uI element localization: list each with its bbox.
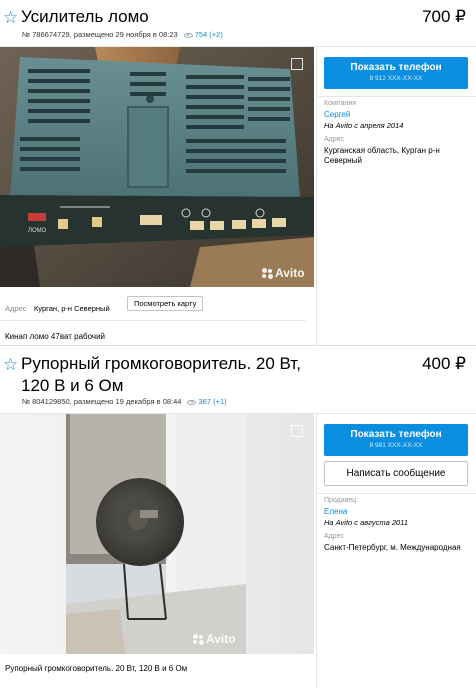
views-count: 754 (+2) [194, 30, 223, 39]
show-phone-label: Показать телефон [350, 62, 442, 73]
listing-price: 700 ₽ [422, 7, 466, 26]
listing-photo[interactable]: ЛОМО Avito [0, 47, 314, 287]
views-count: 367 (+1) [198, 397, 227, 406]
eye-icon [183, 32, 193, 38]
avito-watermark: Avito [262, 266, 305, 280]
inline-address-value: Курган, р-н Северный [33, 304, 110, 313]
seller-since: На Avito с августа 2011 [324, 518, 408, 527]
listing-number-date: № 804129850, размещено 19 декабря в 08:4… [22, 397, 182, 406]
avito-logo-icon [193, 634, 204, 646]
watermark-text: Avito [206, 632, 236, 646]
address-value: Санкт-Петербург, м. Международная [324, 543, 461, 552]
listing-description: Кинап ломо 47ват рабочий [5, 332, 106, 341]
horn-speaker-photo [0, 414, 314, 654]
favorite-star-icon[interactable]: ☆ [3, 9, 18, 26]
seller-label: Компания [324, 100, 357, 107]
listing-number-date: № 786674729, размещено 29 ноября в 08:23 [22, 30, 178, 39]
listing-title-line1: Рупорный громкоговоритель. 20 Вт, [21, 354, 301, 373]
expand-icon[interactable] [291, 58, 303, 70]
seller-name[interactable]: Елена [324, 507, 347, 517]
listing-price: 400 ₽ [422, 354, 466, 373]
show-phone-button[interactable]: Показать телефон 8 981 XXX-XX-XX [324, 424, 468, 456]
avito-logo-icon [262, 268, 273, 280]
listing-title[interactable]: Рупорный громкоговоритель. 20 Вт, 120 В … [21, 353, 341, 397]
listing-description: Рупорный громкоговоритель. 20 Вт, 120 В … [5, 664, 188, 673]
listing-meta: № 786674729, размещено 29 ноября в 08:23… [22, 30, 223, 39]
show-phone-label: Показать телефон [350, 429, 442, 440]
avito-watermark: Avito [193, 632, 236, 646]
phone-number-masked: 8 912 XXX-XX-XX [369, 75, 423, 82]
view-map-button[interactable]: Посмотреть карту [127, 296, 204, 311]
seller-label: Продавец [324, 497, 357, 504]
listing-title[interactable]: Усилитель ломо [21, 6, 149, 28]
watermark-text: Avito [275, 266, 305, 280]
seller-name[interactable]: Сергей [324, 110, 350, 120]
write-message-button[interactable]: Написать сообщение [324, 461, 468, 486]
listing-meta: № 804129850, размещено 19 декабря в 08:4… [22, 397, 227, 406]
seller-since: На Avito с апреля 2014 [324, 121, 404, 130]
device-brand-label: ЛОМО [28, 228, 47, 234]
eye-icon [187, 399, 197, 405]
address-label: Адрес [324, 533, 345, 540]
amplifier-photo: ЛОМО [0, 47, 314, 287]
inline-address: Адрес Курган, р-н Северный [5, 298, 110, 316]
address-value: Курганская область, Курган р-н Северный [324, 146, 440, 165]
favorite-star-icon[interactable]: ☆ [3, 356, 18, 373]
listing-title-line2: 120 В и 6 Ом [21, 376, 124, 395]
expand-icon[interactable] [291, 425, 303, 437]
address-label: Адрес [324, 136, 345, 143]
inline-address-label: Адрес [5, 304, 27, 313]
phone-number-masked: 8 981 XXX-XX-XX [369, 442, 423, 449]
show-phone-button[interactable]: Показать телефон 8 912 XXX-XX-XX [324, 57, 468, 89]
listing-photo[interactable]: Avito [0, 414, 314, 654]
